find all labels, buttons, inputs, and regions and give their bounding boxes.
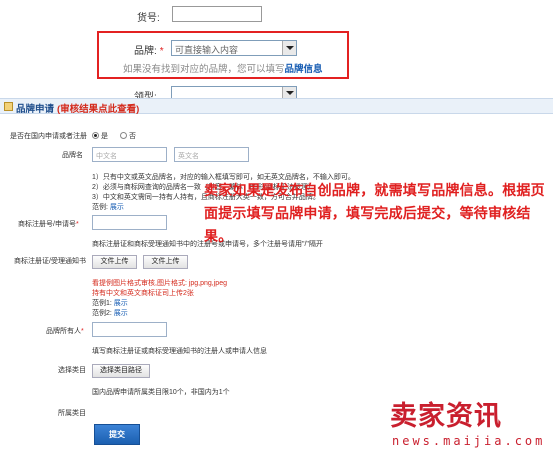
owner-hint: 填写商标注册证或商标受理通知书的注册人或申请人信息 xyxy=(92,348,267,355)
radio-icon[interactable] xyxy=(92,132,99,139)
owner-input[interactable] xyxy=(92,322,167,337)
brand-info-link[interactable]: 品牌信息 xyxy=(285,64,323,75)
upload-button-1[interactable]: 文件上传 xyxy=(92,255,137,269)
brand-placeholder: 可直接输入内容 xyxy=(175,45,239,55)
category-hint: 国内品牌申请所属类目限10个，非国内为1个 xyxy=(92,389,230,396)
cert-label: 商标注册证/受理通知书 xyxy=(14,258,86,265)
belong-label: 所属类目 xyxy=(58,410,86,417)
reg-no-input[interactable] xyxy=(92,215,167,230)
edit-icon xyxy=(4,102,13,111)
show-link[interactable]: 展示 xyxy=(114,300,128,307)
submit-button[interactable]: 提交 xyxy=(94,424,140,445)
show-link[interactable]: 展示 xyxy=(110,204,124,211)
radio-no[interactable]: 否 xyxy=(120,131,136,141)
chevron-down-icon[interactable] xyxy=(282,41,296,55)
brand-label: 品牌: * xyxy=(134,46,164,57)
example-row: 范例: 展示 xyxy=(92,204,124,211)
upload-note-1: 看提例图片格式审核,图片格式: jpg,png,jpeg xyxy=(92,280,227,287)
owner-label: 品牌所有人* xyxy=(46,328,84,335)
brand-select[interactable]: 可直接输入内容 xyxy=(171,40,297,56)
upload-note-2: 持有中文和英文商标证司上传2张 xyxy=(92,290,194,297)
review-result-link[interactable]: (审核结果点此查看) xyxy=(57,101,139,115)
category-label: 选择类目 xyxy=(58,367,86,374)
watermark-url: news.maijia.com xyxy=(392,434,546,448)
brand-name-label: 品牌名 xyxy=(62,152,83,159)
radio-yes[interactable]: 是 xyxy=(92,131,108,141)
brand-en-input[interactable]: 英文名 xyxy=(174,147,249,162)
category-button[interactable]: 选择类目路径 xyxy=(92,364,150,378)
domestic-label: 是否在国内申请或者注册 xyxy=(10,133,87,140)
watermark-logo: 卖家资讯 news.maijia.com xyxy=(380,394,553,451)
brand-apply-header: 品牌申请 (审核结果点此查看) xyxy=(0,98,553,115)
upload-button-2[interactable]: 文件上传 xyxy=(143,255,188,269)
item-no-label: 货号: xyxy=(137,13,160,24)
brand-cn-input[interactable]: 中文名 xyxy=(92,147,167,162)
item-no-input[interactable] xyxy=(172,6,262,22)
radio-icon[interactable] xyxy=(120,132,127,139)
brand-hint: 如果没有找到对应的品牌，您可以填写品牌信息 xyxy=(123,64,323,75)
reg-no-label: 商标注册号/申请号* xyxy=(18,221,79,228)
watermark-brand: 卖家资讯 xyxy=(390,401,502,432)
annotation-text: 卖家如果是发布自创品牌，就需填写品牌信息。根据页面提示填写品牌申请，填写完成后提… xyxy=(204,183,545,245)
product-form-top: 货号: 品牌:* 可直接输入内容 如果没有找到对应的品牌，您可以填写品牌信息 领… xyxy=(0,0,553,103)
example-1: 范例1: 展示 xyxy=(92,300,128,307)
example-2: 范例2: 展示 xyxy=(92,310,128,317)
section-title: 品牌申请 xyxy=(16,104,55,115)
show-link[interactable]: 展示 xyxy=(114,310,128,317)
